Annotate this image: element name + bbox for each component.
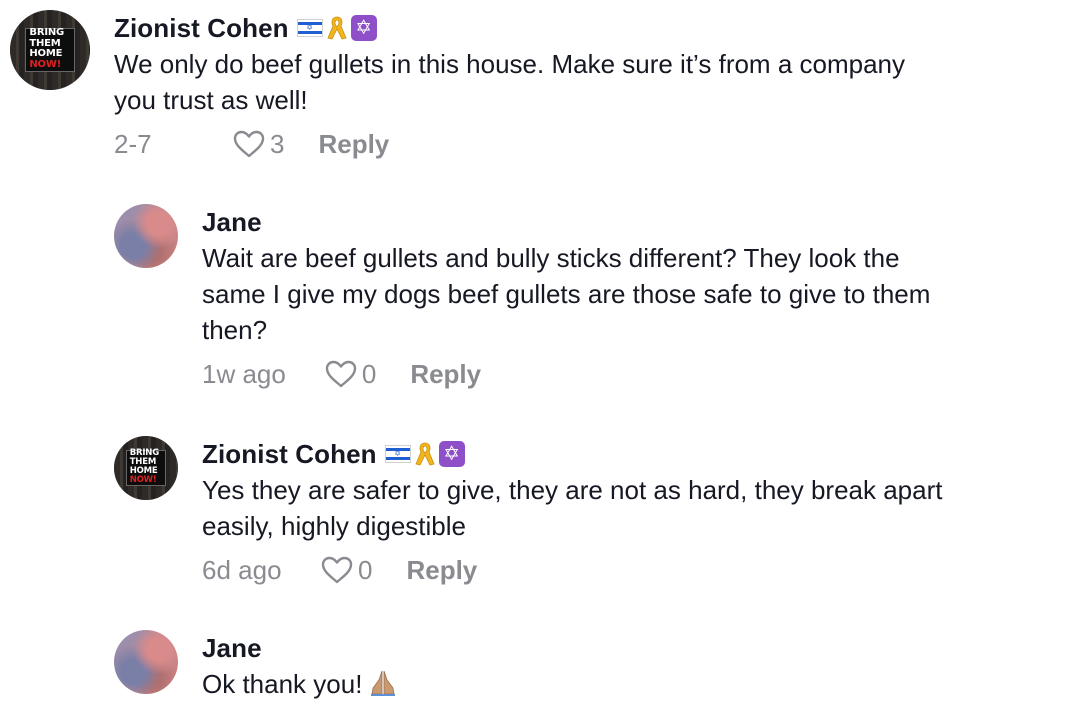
author-name[interactable]: Jane [202, 207, 262, 238]
israel-flag-icon: ✡ [384, 445, 411, 463]
reply-button[interactable]: Reply [410, 359, 481, 390]
bring-them-home-logo: BRING THEM HOME NOW! [25, 27, 75, 73]
like-button[interactable]: 3 [232, 129, 284, 160]
like-count: 0 [361, 358, 377, 389]
avatar[interactable] [114, 630, 178, 694]
avatar[interactable]: BRING THEM HOME NOW! [114, 436, 178, 500]
star-of-david-icon: ✡ [350, 15, 377, 41]
like-count: 0 [358, 554, 373, 585]
author-name[interactable]: Zionist Cohen [202, 439, 377, 470]
comment-body: Zionist Cohen ✡ ✡ Yes they are safer to … [202, 436, 942, 588]
comment-text-row: Ok thank you! [202, 666, 398, 705]
israel-flag-icon: ✡ [296, 19, 323, 37]
comment-item: Jane Wait are beef gullets and bully sti… [114, 204, 930, 392]
avatar-text-line2: HOME NOW! [29, 48, 63, 70]
yellow-ribbon-icon [326, 15, 348, 41]
comment-body: Zionist Cohen ✡ ✡ We only do beef gullet… [114, 10, 905, 162]
author-name[interactable]: Zionist Cohen [114, 13, 289, 44]
like-count: 3 [270, 128, 285, 159]
heart-icon[interactable] [232, 129, 266, 159]
bring-them-home-logo: BRING THEM HOME NOW! [126, 448, 166, 486]
comment-time: 1w ago [202, 358, 286, 389]
comment-header: Jane [202, 204, 930, 240]
comment-text: Wait are beef gullets and bully sticks d… [202, 243, 931, 345]
folded-hands-icon [368, 668, 398, 705]
comment-item: Jane Ok thank you! [114, 630, 398, 705]
heart-icon[interactable] [324, 359, 358, 389]
comment-meta: 6d ago 0 Reply [202, 552, 942, 588]
author-emojis: ✡ ✡ [384, 441, 465, 467]
comment-body: Jane Wait are beef gullets and bully sti… [202, 204, 930, 392]
comment-meta: 1w ago 0 Reply [202, 356, 930, 392]
yellow-ribbon-icon [414, 441, 436, 467]
avatar-text-line1: BRING THEM [129, 448, 159, 468]
avatar[interactable] [114, 204, 178, 268]
comment-text: Ok thank you! [202, 669, 363, 699]
star-of-david-icon: ✡ [438, 441, 465, 467]
comment-header: Zionist Cohen ✡ ✡ [202, 436, 942, 472]
comment-text: Yes they are safer to give, they are not… [202, 475, 943, 541]
avatar[interactable]: BRING THEM HOME NOW! [10, 10, 90, 90]
comment-item: BRING THEM HOME NOW! Zionist Cohen ✡ ✡ Y… [114, 436, 942, 588]
like-button[interactable]: 0 [320, 555, 372, 586]
comment-header: Jane [202, 630, 398, 666]
comment-meta: 2-7 3 Reply [114, 126, 905, 162]
comment-body: Jane Ok thank you! [202, 630, 398, 705]
author-name[interactable]: Jane [202, 633, 262, 664]
comment-item: BRING THEM HOME NOW! Zionist Cohen ✡ ✡ W… [10, 10, 905, 162]
comment-time: 2-7 [114, 128, 152, 159]
avatar-text-line1: BRING THEM [29, 27, 65, 49]
comment-text: We only do beef gullets in this house. M… [114, 49, 905, 115]
reply-button[interactable]: Reply [318, 129, 389, 160]
comment-header: Zionist Cohen ✡ ✡ [114, 10, 905, 46]
author-emojis: ✡ ✡ [296, 15, 377, 41]
avatar-text-line2: HOME NOW! [129, 466, 158, 485]
like-button[interactable]: 0 [324, 359, 376, 390]
reply-button[interactable]: Reply [406, 555, 477, 586]
heart-icon[interactable] [320, 555, 354, 585]
comment-time: 6d ago [202, 554, 282, 585]
